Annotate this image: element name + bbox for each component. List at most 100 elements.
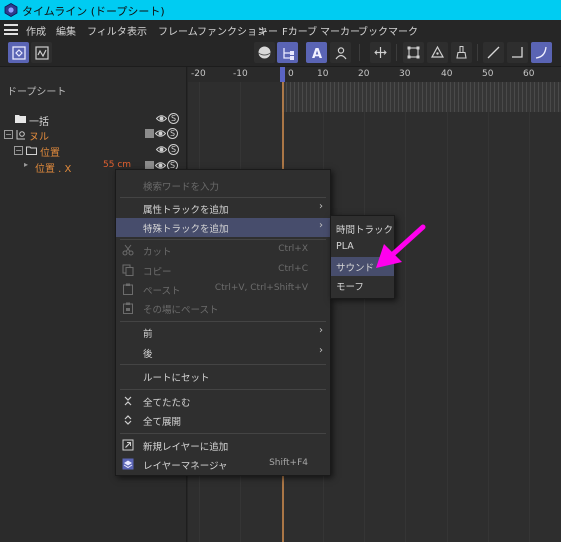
paste-in-place-icon bbox=[123, 302, 133, 314]
ruler-tick: 0 bbox=[288, 69, 294, 79]
menu-item-paste-in-place[interactable]: その場にペースト bbox=[116, 299, 330, 318]
menu-item-add-special-track[interactable]: 特殊トラックを追加 › bbox=[116, 218, 330, 237]
ruler-tick: 30 bbox=[399, 69, 411, 79]
eye-icon[interactable] bbox=[156, 113, 167, 124]
menu-bar: 作成 編集 フィルタ 表示 フレーム ファンクション キー Fカーブ マーカー … bbox=[0, 20, 561, 39]
objects-filter-button[interactable] bbox=[254, 42, 275, 63]
spline-interp-button[interactable] bbox=[531, 42, 552, 63]
collapse-toggle-icon[interactable]: − bbox=[14, 146, 23, 155]
ruler-tick: 60 bbox=[523, 69, 535, 79]
expand-icon bbox=[124, 415, 132, 425]
recycle-icon bbox=[430, 45, 445, 58]
tree-row-null[interactable]: − ヌル S bbox=[0, 128, 187, 143]
menu-item-add-attribute-track[interactable]: 属性トラックを追加 › bbox=[116, 199, 330, 218]
user-filter-button[interactable] bbox=[330, 42, 351, 63]
svg-text:A: A bbox=[311, 47, 321, 60]
auto-mode-button[interactable]: A bbox=[306, 42, 327, 63]
scissors-icon bbox=[122, 244, 134, 256]
tree-row-summary[interactable]: 一括 S bbox=[0, 113, 187, 128]
brush-icon bbox=[456, 46, 467, 59]
spline-curve-icon bbox=[535, 46, 547, 59]
ruler-tick: 20 bbox=[358, 69, 370, 79]
folder-icon bbox=[15, 115, 26, 123]
menu-filter[interactable]: フィルタ bbox=[87, 23, 127, 38]
bounding-box-icon bbox=[407, 46, 420, 59]
submenu-arrow-icon: › bbox=[319, 325, 323, 336]
key-track-strip[interactable] bbox=[282, 82, 561, 112]
tree-label: 位置 bbox=[40, 148, 60, 159]
collapse-toggle-icon[interactable]: − bbox=[4, 130, 13, 139]
menu-item-set-root[interactable]: ルートにセット bbox=[116, 367, 330, 386]
menu-edit[interactable]: 編集 bbox=[56, 23, 76, 38]
new-layer-icon bbox=[122, 439, 134, 451]
menu-search-input[interactable]: 検索ワードを入力 bbox=[143, 179, 219, 193]
menu-item-expand-all[interactable]: 全て展開 bbox=[116, 411, 330, 430]
dopesheet-mode-button[interactable] bbox=[8, 42, 29, 63]
ruler-tick: 40 bbox=[441, 69, 453, 79]
time-ruler[interactable]: -20 -10 0 10 20 30 40 50 60 bbox=[188, 67, 561, 82]
menu-item-layer-manager[interactable]: レイヤーマネージャ Shift+F4 bbox=[116, 455, 330, 474]
ruler-tick: 50 bbox=[482, 69, 494, 79]
menu-function[interactable]: ファンクション bbox=[197, 23, 267, 38]
folder-open-icon bbox=[26, 146, 37, 155]
linear-line-icon bbox=[487, 46, 500, 59]
ruler-tick: -10 bbox=[233, 69, 248, 79]
submenu-arrow-icon: › bbox=[319, 220, 323, 231]
toolbar: A bbox=[0, 39, 561, 67]
eye-icon[interactable] bbox=[155, 128, 166, 139]
copy-icon bbox=[122, 264, 134, 276]
menu-item-copy[interactable]: コピー Ctrl+C bbox=[116, 261, 330, 280]
linear-interp-button[interactable] bbox=[483, 42, 504, 63]
solo-icon[interactable]: S bbox=[168, 144, 179, 155]
layer-manager-icon bbox=[122, 458, 134, 470]
panel-title: ドープシート bbox=[7, 87, 67, 98]
menu-fcurve[interactable]: Fカーブ bbox=[282, 23, 317, 38]
step-interp-button[interactable] bbox=[507, 42, 528, 63]
menu-item-cut[interactable]: カット Ctrl+X bbox=[116, 241, 330, 260]
menu-item-add-to-new-layer[interactable]: 新規レイヤーに追加 bbox=[116, 436, 330, 455]
tree-row-position[interactable]: − 位置 S bbox=[0, 144, 187, 159]
submenu-item-morph[interactable]: モーフ bbox=[331, 276, 394, 295]
fcurve-icon bbox=[34, 45, 49, 60]
menu-bookmark[interactable]: ブックマーク bbox=[358, 23, 418, 38]
cinema4d-logo-icon bbox=[4, 3, 18, 17]
title-bar: タイムライン (ドープシート) bbox=[0, 0, 561, 20]
tree-label: 位置 . X bbox=[35, 164, 72, 175]
eye-icon[interactable] bbox=[156, 144, 167, 155]
tree-label: 一括 bbox=[29, 117, 49, 128]
menu-key[interactable]: キー bbox=[258, 23, 278, 38]
expand-arrow-icon[interactable]: ▸ bbox=[24, 160, 28, 169]
submenu-arrow-icon: › bbox=[319, 345, 323, 356]
solo-icon[interactable]: S bbox=[167, 128, 178, 139]
menu-item-collapse-all[interactable]: 全てたたむ bbox=[116, 392, 330, 411]
lock-icon[interactable] bbox=[145, 129, 154, 138]
context-menu: 検索ワードを入力 属性トラックを追加 › 特殊トラックを追加 › カット Ctr… bbox=[115, 169, 331, 476]
step-line-icon bbox=[512, 47, 523, 58]
collapse-icon bbox=[124, 396, 132, 406]
ruler-tick: 10 bbox=[317, 69, 329, 79]
recycle-button[interactable] bbox=[427, 42, 448, 63]
box-select-button[interactable] bbox=[403, 42, 424, 63]
menu-marker[interactable]: マーカー bbox=[320, 23, 360, 38]
menu-item-next[interactable]: 後 › bbox=[116, 343, 330, 362]
hamburger-menu-icon[interactable] bbox=[4, 24, 18, 35]
move-arrows-icon bbox=[374, 47, 387, 58]
submenu-arrow-icon: › bbox=[319, 201, 323, 212]
null-object-icon bbox=[16, 130, 25, 140]
hierarchy-icon bbox=[282, 47, 294, 60]
menu-frame[interactable]: フレーム bbox=[158, 23, 198, 38]
clean-button[interactable] bbox=[451, 42, 472, 63]
menu-create[interactable]: 作成 bbox=[26, 23, 46, 38]
dopesheet-icon bbox=[11, 45, 26, 60]
paste-icon bbox=[123, 283, 133, 295]
person-icon bbox=[335, 46, 346, 59]
letter-a-icon: A bbox=[311, 47, 321, 60]
ruler-tick: -20 bbox=[191, 69, 206, 79]
move-tool-button[interactable] bbox=[370, 42, 391, 63]
menu-view[interactable]: 表示 bbox=[127, 23, 147, 38]
menu-item-paste[interactable]: ペースト Ctrl+V, Ctrl+Shift+V bbox=[116, 280, 330, 299]
menu-item-previous[interactable]: 前 › bbox=[116, 323, 330, 342]
fcurve-mode-button[interactable] bbox=[31, 42, 52, 63]
hierarchy-filter-button[interactable] bbox=[277, 42, 298, 63]
solo-icon[interactable]: S bbox=[168, 113, 179, 124]
